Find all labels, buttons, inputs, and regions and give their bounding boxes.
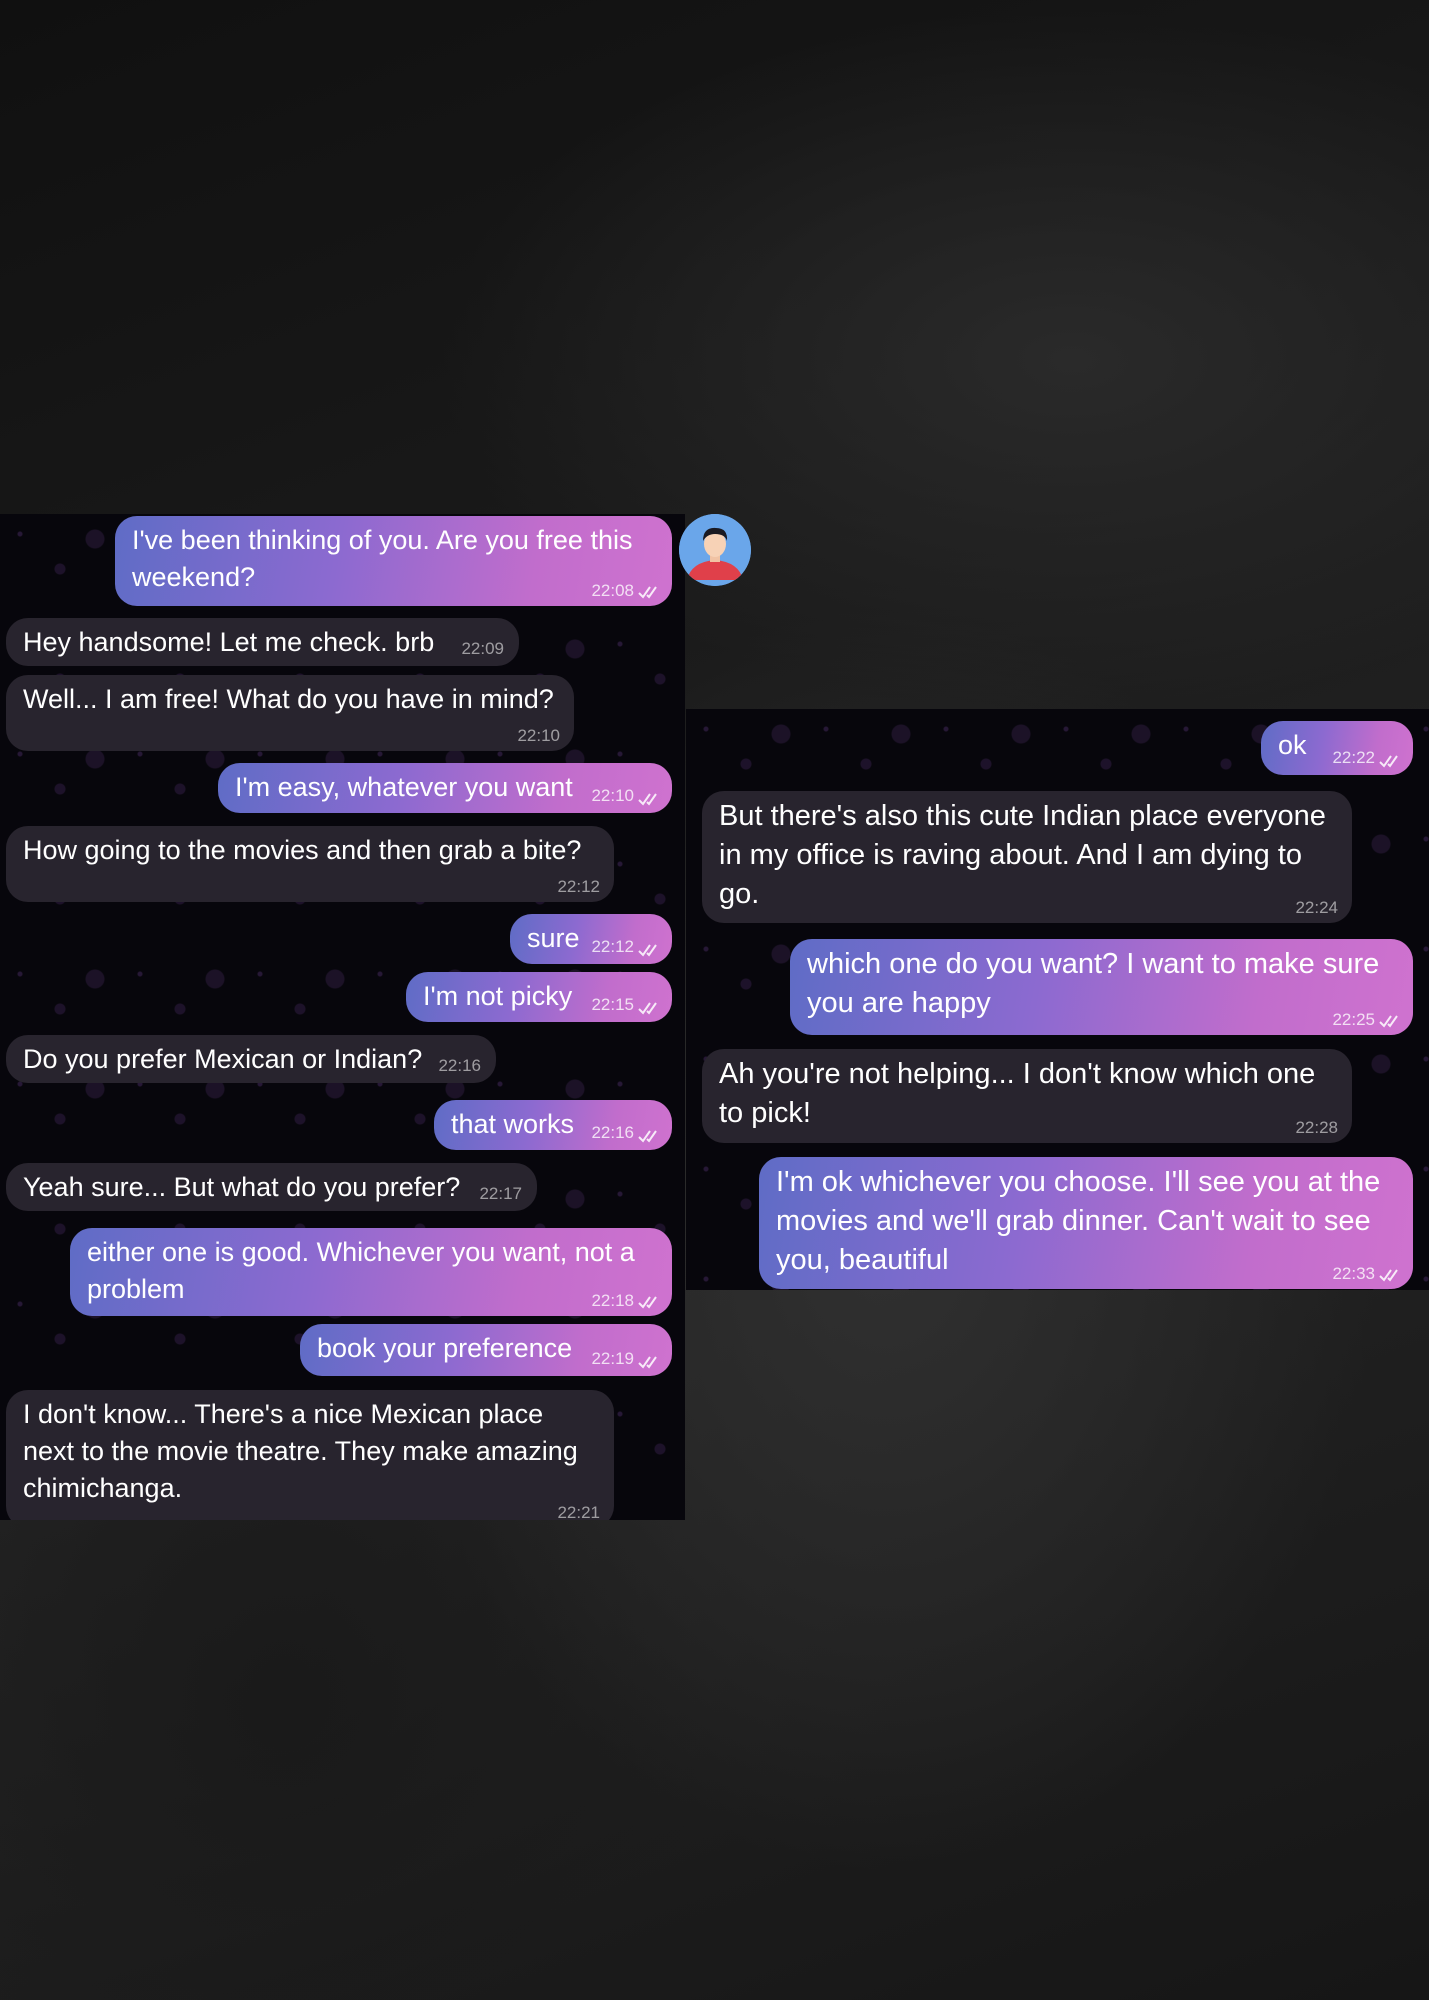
- message-time: 22:16: [591, 1123, 634, 1142]
- chat-panel-right[interactable]: ok 22:22 But there's also this cute Indi…: [686, 709, 1429, 1290]
- message-text: Yeah sure... But what do you prefer?: [23, 1172, 461, 1202]
- message-text: I don't know... There's a nice Mexican p…: [23, 1399, 578, 1503]
- chat-panel-left[interactable]: I've been thinking of you. Are you free …: [0, 514, 685, 1520]
- message-text: I've been thinking of you. Are you free …: [132, 525, 633, 592]
- message-time: 22:12: [591, 937, 634, 956]
- double-check-icon: [638, 1356, 657, 1369]
- double-check-icon: [638, 1130, 657, 1143]
- message-time: 22:09: [461, 639, 504, 658]
- incoming-message[interactable]: Ah you're not helping... I don't know wh…: [702, 1049, 1352, 1143]
- message-text: ok: [1278, 730, 1307, 760]
- message-time: 22:25: [1332, 1010, 1375, 1029]
- user-avatar-icon[interactable]: [679, 514, 751, 586]
- message-text: Hey handsome! Let me check. brb: [23, 627, 435, 657]
- message-text: I'm ok whichever you choose. I'll see yo…: [776, 1166, 1381, 1276]
- message-time: 22:08: [591, 581, 634, 600]
- message-time: 22:22: [1332, 748, 1375, 767]
- message-time: 22:33: [1332, 1264, 1375, 1283]
- message-time: 22:21: [557, 1503, 600, 1520]
- double-check-icon: [638, 944, 657, 957]
- message-time: 22:17: [479, 1184, 522, 1203]
- incoming-message[interactable]: How going to the movies and then grab a …: [6, 826, 614, 902]
- message-time: 22:28: [1295, 1118, 1338, 1137]
- message-time: 22:24: [1295, 898, 1338, 917]
- message-time: 22:10: [591, 786, 634, 805]
- message-text: Ah you're not helping... I don't know wh…: [719, 1058, 1316, 1129]
- outgoing-message[interactable]: I'm ok whichever you choose. I'll see yo…: [759, 1157, 1413, 1289]
- incoming-message[interactable]: But there's also this cute Indian place …: [702, 791, 1352, 923]
- message-time: 22:12: [557, 877, 600, 896]
- outgoing-message[interactable]: I'm easy, whatever you want 22:10: [218, 763, 672, 813]
- incoming-message[interactable]: Do you prefer Mexican or Indian? 22:16: [6, 1035, 496, 1083]
- message-text: I'm not picky: [423, 981, 573, 1011]
- outgoing-message[interactable]: either one is good. Whichever you want, …: [70, 1228, 672, 1316]
- double-check-icon: [638, 1296, 657, 1309]
- message-text: But there's also this cute Indian place …: [719, 800, 1326, 910]
- message-text: sure: [527, 923, 580, 953]
- outgoing-message[interactable]: ok 22:22: [1261, 721, 1413, 775]
- message-time: 22:19: [591, 1349, 634, 1368]
- double-check-icon: [1379, 1015, 1398, 1028]
- message-time: 22:16: [438, 1056, 481, 1075]
- message-text: I'm easy, whatever you want: [235, 772, 573, 802]
- double-check-icon: [1379, 755, 1398, 768]
- double-check-icon: [638, 793, 657, 806]
- message-text: book your preference: [317, 1333, 573, 1363]
- message-text: either one is good. Whichever you want, …: [87, 1237, 635, 1304]
- message-text: that works: [451, 1109, 575, 1139]
- incoming-message[interactable]: Hey handsome! Let me check. brb 22:09: [6, 618, 519, 666]
- outgoing-message[interactable]: book your preference 22:19: [300, 1324, 672, 1376]
- message-time: 22:18: [591, 1291, 634, 1310]
- incoming-message[interactable]: Yeah sure... But what do you prefer? 22:…: [6, 1163, 537, 1211]
- outgoing-message[interactable]: that works 22:16: [434, 1100, 672, 1150]
- message-text: Do you prefer Mexican or Indian?: [23, 1044, 423, 1074]
- message-time: 22:15: [591, 995, 634, 1014]
- incoming-message[interactable]: Well... I am free! What do you have in m…: [6, 675, 574, 751]
- incoming-message[interactable]: I don't know... There's a nice Mexican p…: [6, 1390, 614, 1520]
- outgoing-message[interactable]: which one do you want? I want to make su…: [790, 939, 1413, 1035]
- message-text: which one do you want? I want to make su…: [807, 948, 1380, 1019]
- message-text: How going to the movies and then grab a …: [23, 835, 582, 865]
- double-check-icon: [638, 586, 657, 599]
- double-check-icon: [1379, 1269, 1398, 1282]
- message-time: 22:10: [517, 726, 560, 745]
- outgoing-message[interactable]: sure 22:12: [510, 914, 672, 964]
- double-check-icon: [638, 1002, 657, 1015]
- outgoing-message[interactable]: I'm not picky 22:15: [406, 972, 672, 1022]
- outgoing-message[interactable]: I've been thinking of you. Are you free …: [115, 516, 672, 606]
- message-text: Well... I am free! What do you have in m…: [23, 684, 554, 714]
